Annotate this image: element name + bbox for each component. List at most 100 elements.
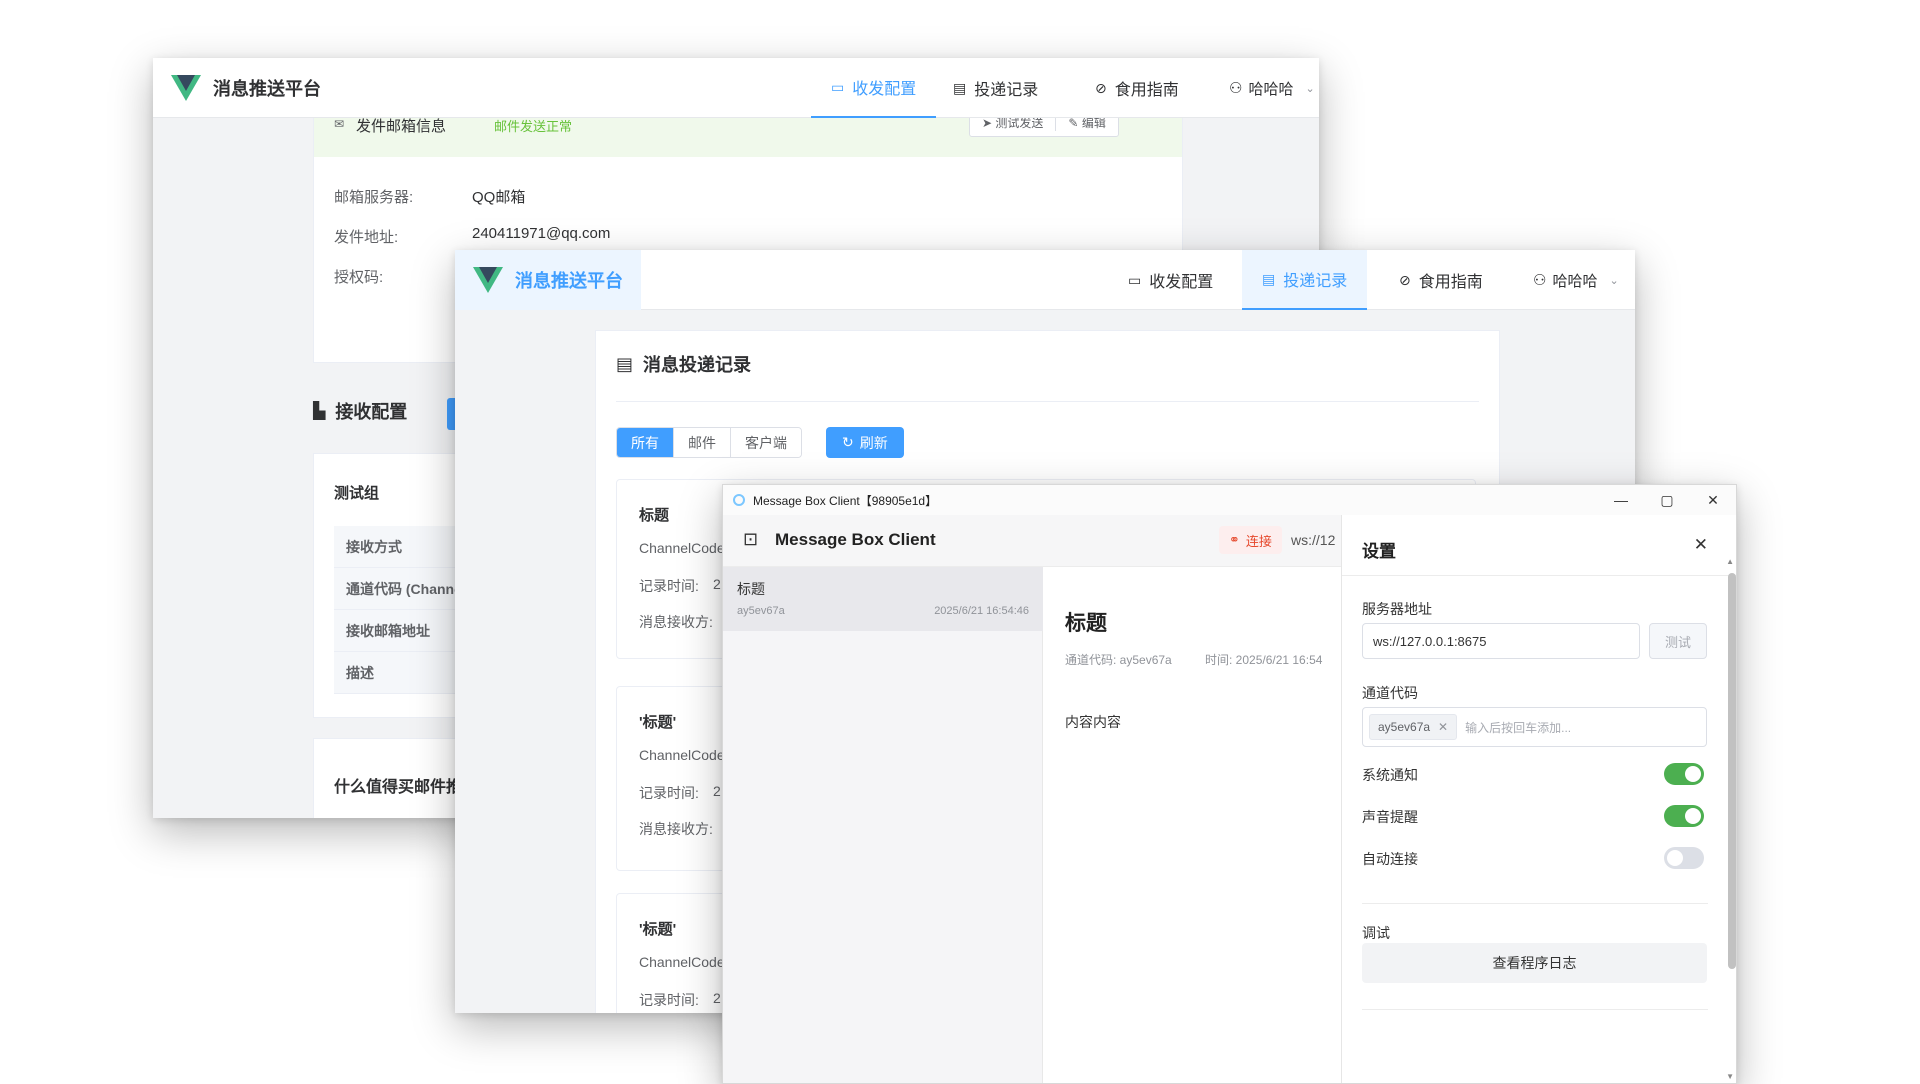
tag-close-icon[interactable]: ✕ [1438, 720, 1448, 734]
refresh-icon: ↻ [842, 434, 854, 450]
records-icon: ▤ [1262, 270, 1276, 287]
title-bar[interactable]: Message Box Client【98905e1d】 — ▢ ✕ [723, 485, 1736, 515]
ws-address: ws://12 [1291, 532, 1336, 548]
sender-card-title: 发件邮箱信息 [356, 118, 447, 135]
close-icon[interactable]: ✕ [1694, 535, 1708, 555]
filter-client[interactable]: 客户端 [731, 428, 801, 457]
detail-time: 时间: 2025/6/21 16:54 [1205, 653, 1323, 667]
sound-toggle[interactable] [1664, 805, 1704, 827]
client-window: Message Box Client【98905e1d】 — ▢ ✕ ⊡ Mes… [722, 484, 1737, 1084]
chat-bot-icon: ⊡ [743, 529, 759, 549]
records-icon: ▤ [953, 79, 967, 96]
record-title: 标题 [639, 507, 670, 524]
chevron-down-icon: ⌄ [1305, 82, 1315, 95]
record-title: '标题' [639, 714, 677, 731]
nav-config[interactable]: ▭ 收发配置 [1128, 250, 1213, 310]
nav-guide[interactable]: ⊘ 食用指南 [1399, 250, 1483, 310]
user-menu[interactable]: ⚇ 哈哈哈 ⌄ [1229, 58, 1315, 118]
link-icon: ⚭ [1229, 532, 1240, 547]
auto-connect-label: 自动连接 [1362, 851, 1418, 867]
server-input[interactable]: ws://127.0.0.1:8675 [1362, 623, 1640, 659]
record-channel: ChannelCode [639, 954, 725, 970]
record-time-label: 记录时间: [639, 578, 699, 594]
top-navbar: 消息推送平台 ▭ 收发配置 ▤ 投递记录 ⊘ 食用指南 ⚇ 哈哈哈 ⌄ [153, 58, 1319, 118]
view-logs-button[interactable]: 查看程序日志 [1362, 943, 1707, 983]
books-icon: ▙ [313, 403, 326, 420]
receive-config-heading: ▙ 接收配置 [313, 402, 408, 422]
compass-icon: ⊘ [1399, 271, 1411, 288]
window-title: Message Box Client【98905e1d】 [753, 493, 938, 508]
top-navbar: 消息推送平台 ▭ 收发配置 ▤ 投递记录 ⊘ 食用指南 ⚇ 哈哈哈 ⌄ [455, 250, 1635, 310]
sound-label: 声音提醒 [1362, 809, 1418, 825]
app-title: Message Box Client [775, 530, 936, 549]
detail-content: 内容内容 [1065, 714, 1121, 730]
connect-button[interactable]: ⚭ 连接 [1219, 526, 1282, 554]
user-icon: ⚇ [1229, 80, 1243, 97]
mail-icon: ✉ [334, 117, 345, 131]
maximize-icon[interactable]: ▢ [1644, 485, 1690, 515]
settings-drawer: 设置 ✕ 服务器地址 ws://127.0.0.1:8675 测试 通道代码 a… [1341, 515, 1736, 1083]
settings-title: 设置 [1362, 542, 1396, 561]
message-detail: 标题 通道代码: ay5ev67a 时间: 2025/6/21 16:54 内容… [1043, 567, 1341, 1083]
record-filter: 所有 邮件 客户端 [616, 427, 802, 458]
panel-heading: ▤ 消息投递记录 [616, 351, 751, 377]
vue-logo-icon [171, 75, 201, 101]
server-label: 邮箱服务器: [334, 189, 414, 206]
channel-placeholder: 输入后按回车添加... [1465, 720, 1572, 735]
scroll-up-icon[interactable]: ▲ [1726, 557, 1734, 566]
system-notify-toggle[interactable] [1664, 763, 1704, 785]
record-time-label: 记录时间: [639, 992, 699, 1008]
detail-title: 标题 [1065, 612, 1107, 635]
test-button[interactable]: 测试 [1649, 623, 1707, 659]
nav-guide[interactable]: ⊘ 食用指南 [1095, 58, 1179, 118]
detail-channel: 通道代码: ay5ev67a [1065, 653, 1172, 667]
divider [1362, 1009, 1708, 1010]
compass-icon: ⊘ [1095, 79, 1107, 96]
nav-records[interactable]: ▤ 投递记录 [1242, 250, 1368, 310]
sender-status: 邮件发送正常 [494, 119, 573, 134]
config-icon: ▭ [1128, 271, 1142, 288]
record-channel: ChannelCode [639, 540, 725, 556]
record-title: '标题' [639, 921, 677, 938]
divider [1342, 575, 1736, 576]
records-icon: ▤ [616, 353, 634, 374]
message-channel: ay5ev67a [737, 605, 785, 617]
record-channel: ChannelCode [639, 747, 725, 763]
filter-all[interactable]: 所有 [617, 428, 674, 457]
channel-tag: ay5ev67a ✕ [1369, 714, 1458, 740]
message-list: 标题 ay5ev67a 2025/6/21 16:54:46 [723, 567, 1043, 1083]
client-header: ⊡ Message Box Client ⚭ 连接 ws://12 [723, 515, 1341, 567]
auto-connect-toggle[interactable] [1664, 847, 1704, 869]
user-menu[interactable]: ⚇ 哈哈哈 ⌄ [1533, 250, 1619, 310]
vue-logo-icon [473, 267, 503, 293]
server-value: QQ邮箱 [472, 189, 526, 206]
brand[interactable]: 消息推送平台 [455, 250, 641, 310]
list-item[interactable]: 标题 ay5ev67a 2025/6/21 16:54:46 [723, 567, 1043, 631]
record-time-value: 2 [713, 576, 721, 592]
record-receiver-label: 消息接收方: [639, 821, 713, 837]
nav-config[interactable]: ▭ 收发配置 [811, 58, 937, 118]
message-title: 标题 [737, 581, 765, 597]
close-window-icon[interactable]: ✕ [1690, 485, 1736, 515]
panel-title: 消息投递记录 [643, 355, 752, 375]
brand-title: 消息推送平台 [515, 271, 623, 291]
minimize-icon[interactable]: — [1598, 485, 1644, 515]
filter-mail[interactable]: 邮件 [674, 428, 731, 457]
refresh-button[interactable]: ↻ 刷新 [826, 427, 904, 458]
server-label: 服务器地址 [1362, 601, 1432, 617]
divider [1362, 903, 1708, 904]
message-time: 2025/6/21 16:54:46 [934, 605, 1029, 617]
record-receiver-label: 消息接收方: [639, 614, 713, 630]
chevron-down-icon: ⌄ [1609, 274, 1619, 287]
record-time-label: 记录时间: [639, 785, 699, 801]
divider [616, 401, 1479, 402]
record-time-value: 2 [713, 783, 721, 799]
channel-label: 通道代码 [1362, 685, 1418, 701]
channel-input[interactable]: ay5ev67a ✕ 输入后按回车添加... [1362, 707, 1707, 747]
nav-records[interactable]: ▤ 投递记录 [953, 58, 1038, 118]
brand-title: 消息推送平台 [213, 79, 321, 99]
record-time-value: 2 [713, 990, 721, 1006]
app-icon [733, 494, 745, 506]
brand[interactable]: 消息推送平台 [171, 70, 321, 106]
scrollbar[interactable] [1728, 573, 1736, 969]
